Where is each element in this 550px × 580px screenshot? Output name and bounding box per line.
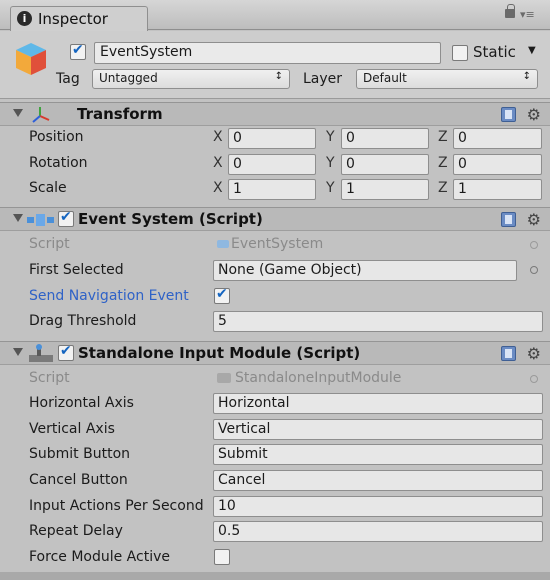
static-label: Static [473,43,516,61]
static-dropdown-arrow[interactable]: ▼ [528,45,536,56]
tag-label: Tag [56,71,80,87]
position-y-field[interactable]: 0 [341,128,429,149]
help-book-icon[interactable] [501,107,516,122]
layer-value: Default [363,71,407,85]
vertical-axis-field[interactable]: Vertical [213,419,543,440]
axis-y-label: Y [326,155,335,171]
script-value: StandaloneInputModule [235,370,402,386]
script-label: Script [29,236,70,252]
axis-z-label: Z [438,155,448,171]
transform-title: Transform [77,105,163,123]
axis-y-label: Y [326,180,335,196]
foldout-arrow-icon[interactable] [13,348,23,356]
scale-x-field[interactable]: 1 [228,179,316,200]
repeat-delay-label: Repeat Delay [29,523,123,539]
cancel-button-field[interactable]: Cancel [213,470,543,491]
gameobject-header: EventSystem Static ▼ Tag Untagged ↕ Laye… [0,31,550,99]
gear-icon[interactable]: ⚙ [527,344,541,363]
tab-inspector[interactable]: i Inspector [10,6,148,31]
dropdown-arrows-icon: ↕ [522,71,531,82]
axis-z-label: Z [438,180,448,196]
rotation-x-field[interactable]: 0 [228,154,316,175]
axis-x-label: X [213,180,223,196]
layer-label: Layer [303,71,343,87]
force-module-label: Force Module Active [29,549,170,565]
object-name-field[interactable]: EventSystem [94,42,441,64]
window-titlebar: i Inspector ▾≡ [0,0,550,31]
help-book-icon[interactable] [501,212,516,227]
input-module-enabled-checkbox[interactable] [58,343,74,361]
foldout-arrow-icon[interactable] [13,109,23,117]
transform-header[interactable]: Transform ⚙ [0,102,550,126]
object-picker-icon[interactable] [530,266,538,274]
axis-x-label: X [213,155,223,171]
event-system-header[interactable]: Event System (Script) ⚙ [0,207,550,231]
input-actions-field[interactable]: 10 [213,496,543,517]
horizontal-axis-field[interactable]: Horizontal [213,393,543,414]
event-system-enabled-checkbox[interactable] [58,209,74,227]
gear-icon[interactable]: ⚙ [527,105,541,124]
gameobject-cube-icon [16,43,46,75]
input-module-title: Standalone Input Module (Script) [78,344,361,362]
event-system-script-field: EventSystem [213,235,513,256]
axis-y-label: Y [326,129,335,145]
object-picker-icon [530,241,538,249]
foldout-arrow-icon[interactable] [13,214,23,222]
lock-icon[interactable] [505,4,515,18]
axis-z-label: Z [438,129,448,145]
transform-icon [32,107,50,123]
scale-z-field[interactable]: 1 [453,179,542,200]
layer-dropdown[interactable]: Default ↕ [356,69,538,89]
horizontal-axis-label: Horizontal Axis [29,395,134,411]
scale-y-field[interactable]: 1 [341,179,429,200]
gear-icon[interactable]: ⚙ [527,210,541,229]
tag-value: Untagged [99,71,158,85]
static-checkbox[interactable] [452,45,468,61]
script-icon [217,240,229,248]
script-icon [217,373,231,383]
input-actions-label: Input Actions Per Second [29,498,204,514]
send-navigation-checkbox[interactable] [214,286,230,304]
axis-x-label: X [213,129,223,145]
scale-label: Scale [29,180,67,196]
inspector-window: i Inspector ▾≡ EventSystem Static ▼ Tag … [0,0,550,580]
position-label: Position [29,129,84,145]
dropdown-arrows-icon: ↕ [274,71,283,82]
first-selected-label: First Selected [29,262,124,278]
first-selected-field[interactable]: None (Game Object) [213,260,517,281]
input-module-icon [29,344,53,362]
input-module-script-field: StandaloneInputModule [213,369,513,390]
script-value: EventSystem [231,236,324,252]
rotation-z-field[interactable]: 0 [453,154,542,175]
force-module-checkbox[interactable] [214,549,230,565]
rotation-label: Rotation [29,155,88,171]
object-picker-icon [530,375,538,383]
menu-icon[interactable]: ▾≡ [520,8,535,21]
input-module-header[interactable]: Standalone Input Module (Script) ⚙ [0,341,550,365]
drag-threshold-label: Drag Threshold [29,313,137,329]
repeat-delay-field[interactable]: 0.5 [213,521,543,542]
rotation-y-field[interactable]: 0 [341,154,429,175]
script-label: Script [29,370,70,386]
drag-threshold-field[interactable]: 5 [213,311,543,332]
submit-button-field[interactable]: Submit [213,444,543,465]
vertical-axis-label: Vertical Axis [29,421,115,437]
info-icon: i [17,11,32,26]
script-component-icon [27,214,54,226]
help-book-icon[interactable] [501,346,516,361]
tag-dropdown[interactable]: Untagged ↕ [92,69,290,89]
position-x-field[interactable]: 0 [228,128,316,149]
tab-label: Inspector [38,10,108,28]
panel-bottom-edge [0,572,550,580]
position-z-field[interactable]: 0 [453,128,542,149]
send-navigation-label: Send Navigation Event [29,288,189,304]
submit-button-label: Submit Button [29,446,131,462]
event-system-title: Event System (Script) [78,210,263,228]
active-checkbox[interactable] [70,42,86,60]
cancel-button-label: Cancel Button [29,472,128,488]
